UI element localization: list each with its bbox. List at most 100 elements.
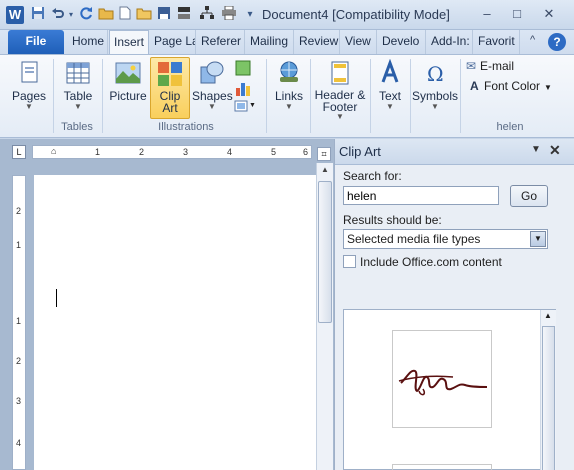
group-separator [460,59,461,133]
ruler-mark: 2 [139,147,145,157]
scroll-up-icon[interactable]: ▲ [544,311,552,320]
go-button[interactable]: Go [510,185,548,207]
document-title: Document4 [Compatibility Mode] [262,7,450,22]
vertical-ruler[interactable]: 2 1 1 2 3 4 [12,175,26,470]
group-label-tables: Tables [61,121,93,133]
clip-result-signature[interactable] [392,330,492,428]
search-label: Search for: [343,169,402,183]
tab-view[interactable]: View [341,30,377,54]
pane-close-icon[interactable]: ✕ [549,142,561,159]
font-color-label: Font Color [484,79,541,93]
shapes-icon [200,61,224,84]
maximize-button[interactable]: □ [504,4,530,24]
clip-art-pane: Clip Art ▼ ✕ Search for: Go Results shou… [334,139,574,470]
screenshot-icon[interactable]: ▼ [234,99,256,115]
tab-favorites[interactable]: Favorit [474,30,520,54]
help-icon[interactable]: ? [548,33,566,51]
ruler-mark: 1 [16,316,22,326]
undo-icon[interactable] [50,6,66,24]
header-footer-icon [331,61,349,85]
pages-label: Pages [11,89,47,103]
pane-header: Clip Art ▼ ✕ [335,139,574,165]
pages-button[interactable]: Pages ▼ [8,57,50,119]
chevron-down-icon[interactable]: ▼ [530,231,546,247]
picture-label: Picture [109,89,147,103]
ribbon-insert: Pages ▼ Table ▼ Tables Picture Clip Art … [0,54,574,138]
ruler-mark: 3 [16,396,22,406]
tab-selector[interactable]: L [12,145,26,159]
tab-home[interactable]: Home [68,30,108,54]
new-document-icon[interactable] [118,6,132,24]
redo-icon[interactable] [78,6,94,24]
customize-qat-icon[interactable]: ▾ [244,6,256,24]
clip-art-button[interactable]: Clip Art [150,57,190,119]
table-button[interactable]: Table ▼ [58,57,98,119]
document-scrollbar[interactable]: ▲ [316,163,333,470]
media-type-select[interactable]: Selected media file types ▼ [343,229,548,249]
group-separator [370,59,371,133]
tab-page-layout[interactable]: Page La [150,30,196,54]
scrollbar-thumb[interactable] [542,326,555,470]
view-ruler-icon[interactable]: ⌗ [317,147,331,161]
minimize-ribbon-icon[interactable]: ^ [530,34,535,46]
signature-image [398,369,488,396]
links-button[interactable]: Links ▼ [270,57,308,119]
picture-icon [115,62,141,84]
smartart-icon[interactable] [234,59,252,77]
print-icon[interactable] [220,5,238,24]
scroll-up-icon[interactable]: ▲ [317,165,333,179]
header-footer-button[interactable]: Header & Footer ▼ [312,57,368,121]
clip-result-next[interactable] [392,464,492,470]
tab-add-ins[interactable]: Add-In: [427,30,473,54]
horizontal-ruler[interactable]: ⌂ 1 2 3 4 5 6 [32,145,312,159]
shapes-button[interactable]: Shapes ▼ [192,57,233,119]
org-chart-icon[interactable] [198,6,216,24]
symbols-button[interactable]: Ω Symbols ▼ [412,57,458,119]
open-folder-icon[interactable] [98,6,114,24]
scrollbar-thumb[interactable] [318,181,332,323]
include-office-checkbox[interactable] [343,255,356,268]
tab-insert[interactable]: Insert [109,30,149,55]
font-color-button[interactable]: A Font Color ▼ [470,79,552,95]
links-icon [280,61,298,82]
text-icon [381,59,399,83]
chart-icon[interactable] [234,79,252,97]
font-color-icon: A [470,79,479,93]
pane-title: Clip Art [339,144,381,159]
symbols-icon: Ω [427,62,444,86]
ruler-mark: 1 [16,240,22,250]
open-icon[interactable] [136,6,152,24]
email-label: E-mail [480,59,515,73]
indent-marker[interactable]: ⌂ [51,146,56,156]
ruler-mark: 2 [16,356,22,366]
table-icon [66,62,90,84]
tab-review[interactable]: Review [295,30,340,54]
tab-mailings[interactable]: Mailing [246,30,294,54]
links-label: Links [274,89,303,103]
print-preview-icon[interactable] [176,6,192,24]
undo-dropdown-icon[interactable]: ▾ [66,6,76,24]
title-bar: W ▾ ▾ Document4 [Compatibility Mode] – □… [0,0,574,30]
pane-options-icon[interactable]: ▼ [531,144,541,155]
save-icon[interactable] [30,6,46,24]
tab-file[interactable]: File [8,30,64,54]
save-as-icon[interactable] [156,6,172,24]
tab-developer[interactable]: Develo [378,30,426,54]
word-app-icon[interactable]: W [6,6,24,24]
include-office-label: Include Office.com content [360,255,502,269]
text-button[interactable]: Text ▼ [372,57,408,119]
group-separator [410,59,411,133]
search-input[interactable] [343,186,499,205]
picture-button[interactable]: Picture [106,57,150,119]
ruler-mark: 5 [271,147,277,157]
results-scrollbar[interactable]: ▲ [540,310,556,470]
document-page[interactable] [34,175,316,470]
minimize-button[interactable]: – [474,4,500,24]
document-area: L ⌂ 1 2 3 4 5 6 ⌗ 2 1 1 2 3 4 ▲ [0,139,334,470]
ruler-mark: 2 [16,206,22,216]
email-button[interactable]: ✉ E-mail [466,59,514,75]
tab-references[interactable]: Referer [197,30,245,54]
close-button[interactable]: ✕ [536,4,562,24]
group-separator [266,59,267,133]
email-icon: ✉ [466,59,477,73]
